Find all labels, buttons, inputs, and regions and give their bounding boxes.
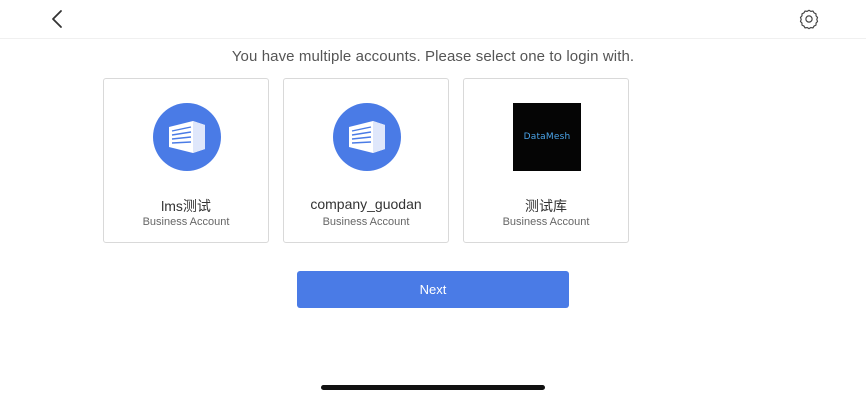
home-indicator xyxy=(321,385,545,390)
gear-icon xyxy=(799,9,819,30)
account-list: lms测试 Business Account company_guodan Bu… xyxy=(103,78,629,246)
account-name: 测试库 xyxy=(525,198,567,214)
next-button[interactable]: Next xyxy=(297,271,569,308)
chevron-left-icon xyxy=(52,10,62,28)
account-avatar xyxy=(153,103,221,171)
account-type: Business Account xyxy=(142,216,230,228)
account-avatar xyxy=(333,103,401,171)
back-button[interactable] xyxy=(44,6,70,32)
account-card[interactable]: company_guodan Business Account xyxy=(283,78,449,243)
page-prompt: You have multiple accounts. Please selec… xyxy=(231,48,635,65)
account-card[interactable]: DataMesh 测试库 Business Account xyxy=(463,78,629,243)
building-icon xyxy=(349,121,385,153)
account-card[interactable]: lms测试 Business Account xyxy=(103,78,269,243)
account-type: Business Account xyxy=(502,216,590,228)
account-name: company_guodan xyxy=(310,196,422,212)
settings-button[interactable] xyxy=(795,5,823,33)
top-bar xyxy=(0,0,866,39)
datamesh-logo: DataMesh xyxy=(513,103,581,171)
account-name: lms测试 xyxy=(161,198,211,214)
building-icon xyxy=(169,121,205,153)
account-type: Business Account xyxy=(322,216,410,228)
